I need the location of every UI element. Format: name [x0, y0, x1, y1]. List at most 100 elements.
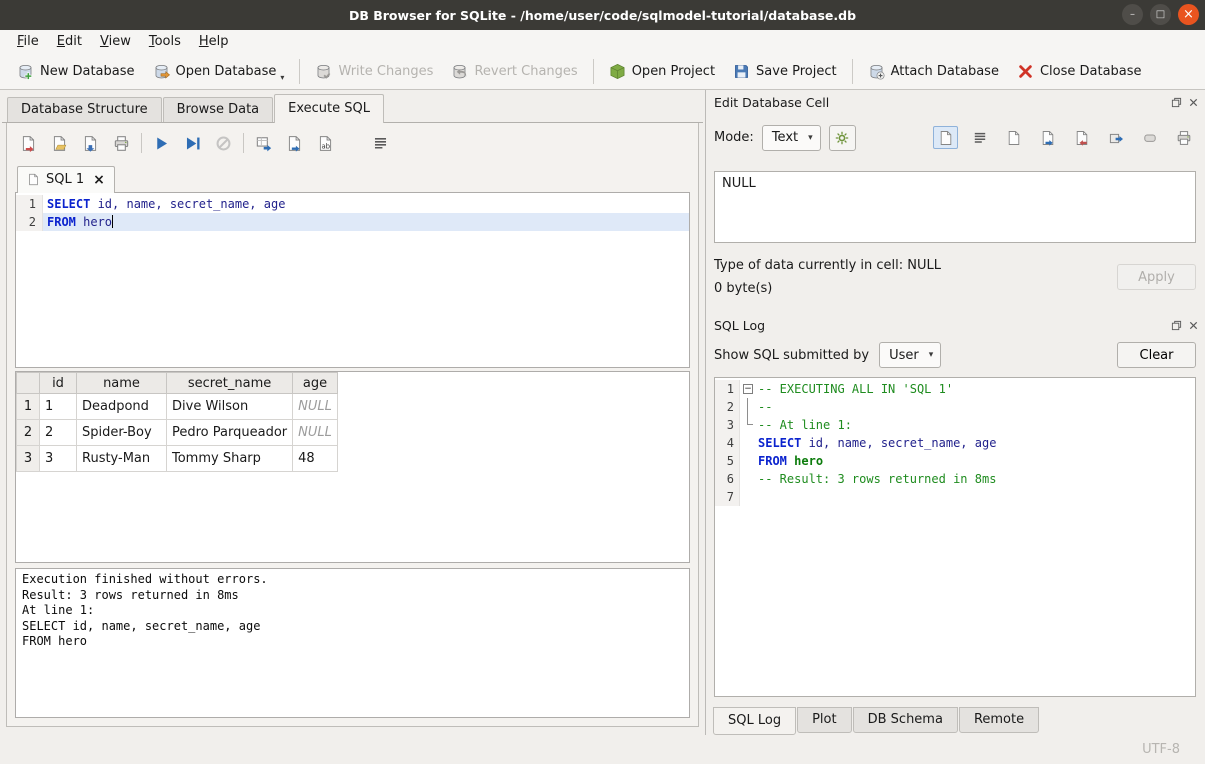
fold-line [747, 398, 748, 416]
cell-name[interactable]: Deadpond [77, 394, 167, 420]
new-sql-tab-icon[interactable] [17, 132, 40, 155]
main-toolbar: New DatabaseOpen Database▾ Write ChangesR… [0, 53, 1205, 90]
export-cell-data-icon[interactable] [1069, 126, 1094, 149]
sql-toolbar: ab [15, 128, 690, 158]
toolbar-separator [141, 133, 142, 153]
cell-age[interactable]: 48 [293, 446, 338, 472]
tab-browse-data[interactable]: Browse Data [163, 97, 274, 122]
word-wrap-icon[interactable] [967, 126, 992, 149]
cell-name[interactable]: Spider-Boy [77, 420, 167, 446]
cell-mode-row: Mode: Text ▾ [714, 124, 1196, 151]
sql-editor-tab[interactable]: SQL 1 × [17, 166, 115, 193]
cell-id[interactable]: 1 [40, 394, 77, 420]
float-dock-icon[interactable] [1170, 96, 1183, 109]
format-sql-icon[interactable] [369, 132, 392, 155]
dock-tab-remote[interactable]: Remote [959, 707, 1039, 733]
log-filter-combobox[interactable]: User ▾ [879, 342, 941, 368]
clear-button[interactable]: Clear [1117, 342, 1196, 368]
cell-name[interactable]: Rusty-Man [77, 446, 167, 472]
editor-line-2[interactable]: 2FROM hero [16, 213, 689, 231]
float-dock-icon[interactable] [1170, 319, 1183, 332]
close-dock-icon[interactable] [1187, 319, 1200, 332]
cell-edit-area[interactable]: NULL [714, 171, 1196, 243]
mode-combobox[interactable]: Text ▾ [762, 125, 821, 151]
column-header-age[interactable]: age [293, 373, 338, 394]
save-project-button[interactable]: Save Project [724, 56, 846, 86]
open-sql-file-icon[interactable] [48, 132, 71, 155]
row-header[interactable]: 3 [17, 446, 40, 472]
toolbar-separator [852, 59, 853, 84]
close-database-button[interactable]: Close Database [1008, 56, 1151, 86]
execute-all-icon[interactable] [150, 132, 173, 155]
attach-database-button[interactable]: Attach Database [859, 56, 1008, 86]
set-null-icon[interactable] [1137, 126, 1162, 149]
text-view-icon[interactable] [933, 126, 958, 149]
cell-secret_name[interactable]: Tommy Sharp [167, 446, 293, 472]
menu-view[interactable]: View [91, 32, 140, 51]
cell-import-button[interactable] [829, 125, 856, 151]
fold-toggle-icon[interactable]: − [743, 384, 753, 394]
print-sql-icon[interactable] [110, 132, 133, 155]
fold-gutter [740, 470, 755, 488]
log-filter-row: Show SQL submitted by User ▾ Clear [714, 342, 1196, 368]
open-database-button[interactable]: Open Database▾ [144, 56, 294, 86]
log-line-number: 1 [715, 380, 740, 398]
cell-id[interactable]: 3 [40, 446, 77, 472]
close-button[interactable]: × [1178, 4, 1199, 25]
print-cell-icon[interactable] [1171, 126, 1196, 149]
main-tabbar: Database StructureBrowse DataExecute SQL [2, 95, 703, 123]
table-row: 33Rusty-ManTommy Sharp48 [17, 446, 338, 472]
line-number: 2 [16, 213, 43, 231]
row-header[interactable]: 1 [17, 394, 40, 420]
dock-tab-sql-log[interactable]: SQL Log [713, 707, 796, 735]
sql-editor[interactable]: 1SELECT id, name, secret_name, age2FROM … [15, 192, 690, 368]
maximize-button[interactable]: □ [1150, 4, 1171, 25]
left-region: Database StructureBrowse DataExecute SQL… [0, 90, 705, 735]
execute-current-line-icon[interactable] [181, 132, 204, 155]
revert-changes-icon [451, 63, 468, 80]
close-dock-icon[interactable] [1187, 96, 1200, 109]
import-cell-data-icon[interactable] [1035, 126, 1060, 149]
dock-tab-db-schema[interactable]: DB Schema [853, 707, 958, 733]
titlebar[interactable]: DB Browser for SQLite - /home/user/code/… [0, 0, 1205, 30]
revert-changes-button: Revert Changes [442, 56, 586, 86]
open-external-editor-icon[interactable] [1103, 126, 1128, 149]
cell-size-info: 0 byte(s) [714, 281, 941, 296]
write-changes-button: Write Changes [306, 56, 442, 86]
menu-edit[interactable]: Edit [48, 32, 91, 51]
copy-cell-icon[interactable] [1001, 126, 1026, 149]
menu-help[interactable]: Help [190, 32, 238, 51]
statusbar: UTF-8 [0, 735, 1205, 764]
grid-corner[interactable] [17, 373, 40, 394]
dock-tab-plot[interactable]: Plot [797, 707, 852, 733]
menu-tools[interactable]: Tools [140, 32, 190, 51]
find-replace-icon[interactable]: ab [314, 132, 337, 155]
open-project-button[interactable]: Open Project [600, 56, 724, 86]
cell-age[interactable]: NULL [293, 394, 338, 420]
cell-secret_name[interactable]: Dive Wilson [167, 394, 293, 420]
tab-database-structure[interactable]: Database Structure [7, 97, 162, 122]
mode-value: Text [772, 130, 798, 145]
minimize-button[interactable]: – [1122, 4, 1143, 25]
tab-execute-sql[interactable]: Execute SQL [274, 94, 384, 123]
sql-log-header: SQL Log [714, 317, 1200, 333]
cell-id[interactable]: 2 [40, 420, 77, 446]
chevron-down-icon[interactable]: ▾ [280, 73, 284, 82]
log-line-number: 3 [715, 416, 740, 434]
sql-log-view[interactable]: 1−-- EXECUTING ALL IN 'SQL 1'2--3-- At l… [714, 377, 1196, 697]
column-header-secret_name[interactable]: secret_name [167, 373, 293, 394]
menu-file[interactable]: File [8, 32, 48, 51]
column-header-id[interactable]: id [40, 373, 77, 394]
export-results-icon[interactable] [252, 132, 275, 155]
save-sql-file-icon[interactable] [79, 132, 102, 155]
save-results-icon[interactable] [283, 132, 306, 155]
row-header[interactable]: 2 [17, 420, 40, 446]
editor-line-1[interactable]: 1SELECT id, name, secret_name, age [16, 195, 689, 213]
new-database-button[interactable]: New Database [8, 56, 144, 86]
cell-age[interactable]: NULL [293, 420, 338, 446]
log-line-5: 5FROM hero [715, 452, 1195, 470]
column-header-name[interactable]: name [77, 373, 167, 394]
svg-text:ab: ab [321, 142, 330, 150]
close-tab-icon[interactable]: × [93, 175, 105, 185]
cell-secret_name[interactable]: Pedro Parqueador [167, 420, 293, 446]
